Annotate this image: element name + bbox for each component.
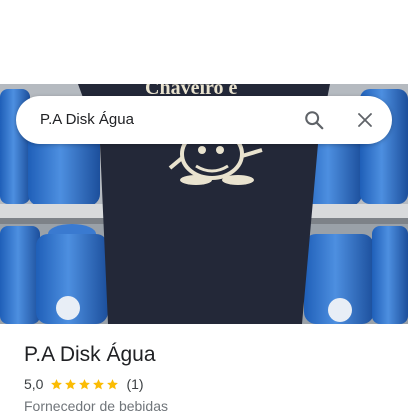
place-name: P.A Disk Água: [24, 343, 156, 366]
rating-value: 5,0: [24, 376, 44, 392]
review-count[interactable]: (1): [126, 376, 143, 392]
search-icon[interactable]: [298, 104, 330, 136]
rating-row[interactable]: 5,0 (1): [24, 375, 144, 393]
rating-stars: [50, 378, 120, 391]
star-icon: [107, 378, 119, 389]
search-bar[interactable]: P.A Disk Água: [16, 96, 392, 144]
place-category: Fornecedor de bebidas: [24, 398, 168, 414]
star-icon: [65, 378, 77, 389]
search-query-text[interactable]: P.A Disk Água: [40, 110, 134, 130]
close-icon[interactable]: [349, 104, 381, 136]
star-icon: [51, 378, 63, 389]
star-icon: [93, 378, 105, 389]
star-icon: [79, 378, 91, 389]
